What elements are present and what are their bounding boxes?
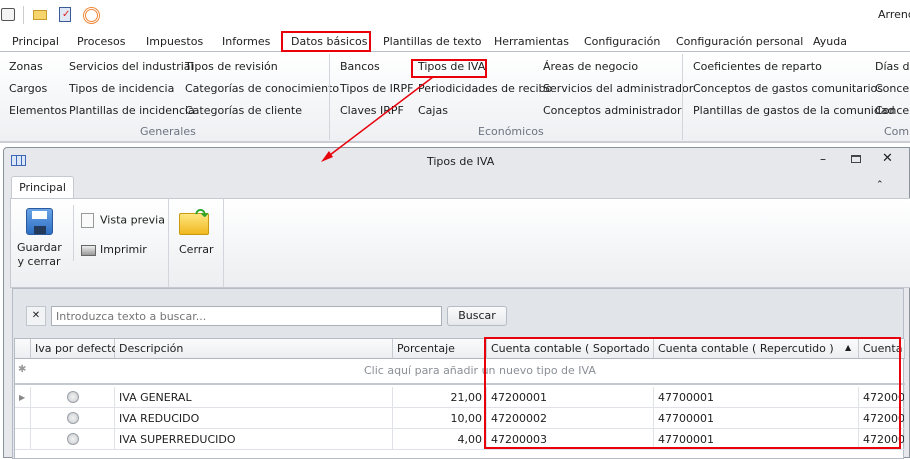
annotation-arrow xyxy=(321,76,434,162)
